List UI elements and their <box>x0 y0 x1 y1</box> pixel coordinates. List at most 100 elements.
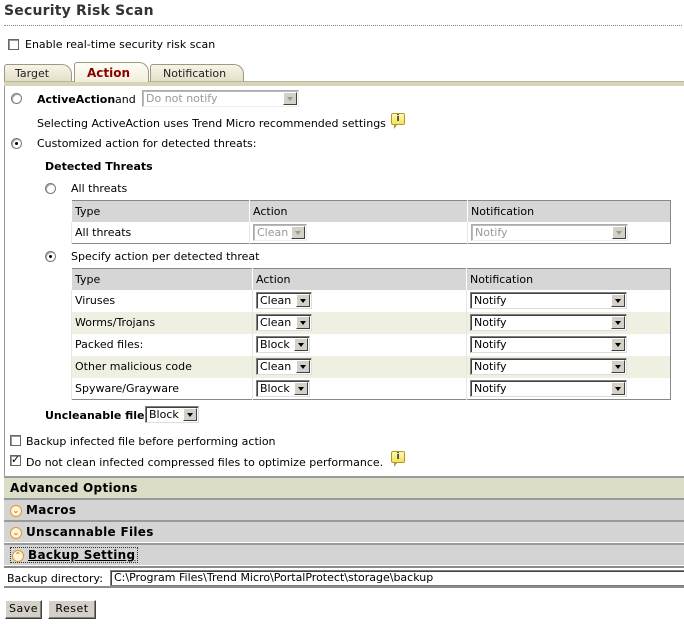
action-select[interactable]: Block <box>256 336 310 353</box>
tab-notification[interactable]: Notification <box>150 64 244 82</box>
advanced-options-header: Advanced Options <box>4 476 684 498</box>
table-row: All threats Clean Notify <box>71 221 671 244</box>
dropdown-arrow-icon <box>291 225 305 239</box>
section-label: Macros <box>26 503 77 517</box>
backup-infected-label: Backup infected file before performing a… <box>26 435 276 448</box>
uncleanable-select[interactable]: Block <box>145 406 199 423</box>
tab-strip: Target Action Notification <box>4 62 684 82</box>
dropdown-arrow-icon <box>612 225 626 239</box>
table-row: Viruses Clean Notify <box>71 289 671 312</box>
col-type: Type <box>71 268 253 290</box>
action-select[interactable]: Clean <box>253 223 307 241</box>
action-select[interactable]: Block <box>256 379 310 397</box>
table-row: Worms/Trojans Clean Notify <box>71 311 671 334</box>
all-threats-label: All threats <box>71 182 128 195</box>
notification-value: Notify <box>474 316 507 329</box>
dropdown-arrow-icon <box>294 381 308 395</box>
info-icon[interactable]: i <box>391 451 405 467</box>
dropdown-arrow-icon <box>611 316 625 329</box>
dropdown-arrow-icon <box>296 360 310 373</box>
notification-value: Notify <box>474 338 507 351</box>
action-value: Clean <box>260 316 292 329</box>
title-divider <box>4 25 682 26</box>
info-icon[interactable]: i <box>391 113 405 129</box>
tab-target[interactable]: Target <box>4 64 72 82</box>
col-action: Action <box>252 268 467 290</box>
dropdown-arrow-icon <box>296 294 310 307</box>
notification-select[interactable]: Notify <box>470 314 627 331</box>
action-select[interactable]: Clean <box>256 314 312 331</box>
threat-type: All threats <box>71 221 250 244</box>
dropdown-arrow-icon <box>611 360 625 373</box>
enable-scan-checkbox[interactable] <box>8 39 19 50</box>
chevron-double-up-icon: ⌃ <box>12 550 24 562</box>
notification-select[interactable]: Notify <box>471 223 628 241</box>
action-value: Block <box>260 381 290 395</box>
section-unscannable-files[interactable]: ⌄ Unscannable Files <box>4 520 684 542</box>
save-button[interactable]: Save <box>5 600 42 619</box>
notification-select[interactable]: Notify <box>470 379 627 397</box>
threat-type: Viruses <box>71 289 253 312</box>
threat-type: Worms/Trojans <box>71 311 253 334</box>
activeaction-notify-value: Do not notify <box>146 92 218 105</box>
uncleanable-label: Uncleanable files <box>45 409 152 422</box>
dropdown-arrow-icon <box>283 92 297 105</box>
notification-select[interactable]: Notify <box>470 358 627 375</box>
page-title: Security Risk Scan <box>4 3 154 19</box>
notification-value: Notify <box>475 225 508 239</box>
detected-threats-heading: Detected Threats <box>45 160 153 173</box>
notification-select[interactable]: Notify <box>470 292 627 309</box>
no-clean-compressed-checkbox[interactable] <box>10 453 21 466</box>
section-macros[interactable]: ⌄ Macros <box>4 498 684 520</box>
per-threat-table: Type Action Notification Viruses Clean N… <box>71 268 671 400</box>
notification-value: Notify <box>474 360 507 373</box>
action-value: Clean <box>257 225 289 239</box>
uncleanable-value: Block <box>149 408 179 421</box>
customized-label: Customized action for detected threats: <box>37 137 257 150</box>
per-threat-radio[interactable] <box>45 251 56 262</box>
enable-scan-label: Enable real-time security risk scan <box>25 38 216 51</box>
all-threats-radio[interactable] <box>45 183 56 194</box>
notification-value: Notify <box>474 381 507 395</box>
dropdown-arrow-icon <box>296 316 310 329</box>
customized-radio[interactable] <box>11 138 22 149</box>
dropdown-arrow-icon <box>611 338 625 351</box>
dropdown-arrow-icon <box>294 338 308 351</box>
col-action: Action <box>249 200 468 222</box>
dropdown-arrow-icon <box>183 408 197 421</box>
threat-type: Spyware/Grayware <box>71 377 253 400</box>
chevron-double-down-icon: ⌄ <box>10 505 22 517</box>
enable-scan-checkbox-row[interactable]: Enable real-time security risk scan <box>8 38 215 51</box>
threat-type: Other malicious code <box>71 355 253 378</box>
table-row: Other malicious code Clean Notify <box>71 355 671 378</box>
action-value: Clean <box>260 360 292 373</box>
section-backup-setting[interactable]: ⌃ Backup Setting <box>4 543 684 565</box>
action-select[interactable]: Clean <box>256 292 312 309</box>
backup-infected-checkbox[interactable] <box>10 435 21 446</box>
backup-directory-label: Backup directory: <box>7 572 103 585</box>
activeaction-hint: Selecting ActiveAction uses Trend Micro … <box>37 117 386 130</box>
activeaction-label: ActiveAction <box>37 93 116 106</box>
threat-type: Packed files: <box>71 333 253 356</box>
activeaction-and-label: and <box>115 93 136 106</box>
section-label: Backup Setting <box>28 548 136 562</box>
notification-select[interactable]: Notify <box>470 336 627 353</box>
table-row: Packed files: Block Notify <box>71 333 671 356</box>
activeaction-notify-select[interactable]: Do not notify <box>142 90 299 107</box>
table-row: Spyware/Grayware Block Notify <box>71 377 671 400</box>
col-notification: Notification <box>466 268 671 290</box>
action-value: Block <box>260 338 290 351</box>
dropdown-arrow-icon <box>611 381 625 395</box>
action-value: Clean <box>260 294 292 307</box>
all-threats-table: Type Action Notification All threats Cle… <box>71 200 671 244</box>
tab-action[interactable]: Action <box>74 62 149 82</box>
action-select[interactable]: Clean <box>256 358 312 375</box>
backup-directory-input[interactable]: C:\Program Files\Trend Micro\PortalProte… <box>110 570 684 586</box>
no-clean-compressed-label: Do not clean infected compressed files t… <box>26 456 384 469</box>
dropdown-arrow-icon <box>611 294 625 307</box>
reset-button[interactable]: Reset <box>48 600 96 619</box>
chevron-double-down-icon: ⌄ <box>10 527 22 539</box>
per-threat-label: Specify action per detected threat <box>71 250 260 263</box>
activeaction-radio[interactable] <box>11 93 22 104</box>
notification-value: Notify <box>474 294 507 307</box>
